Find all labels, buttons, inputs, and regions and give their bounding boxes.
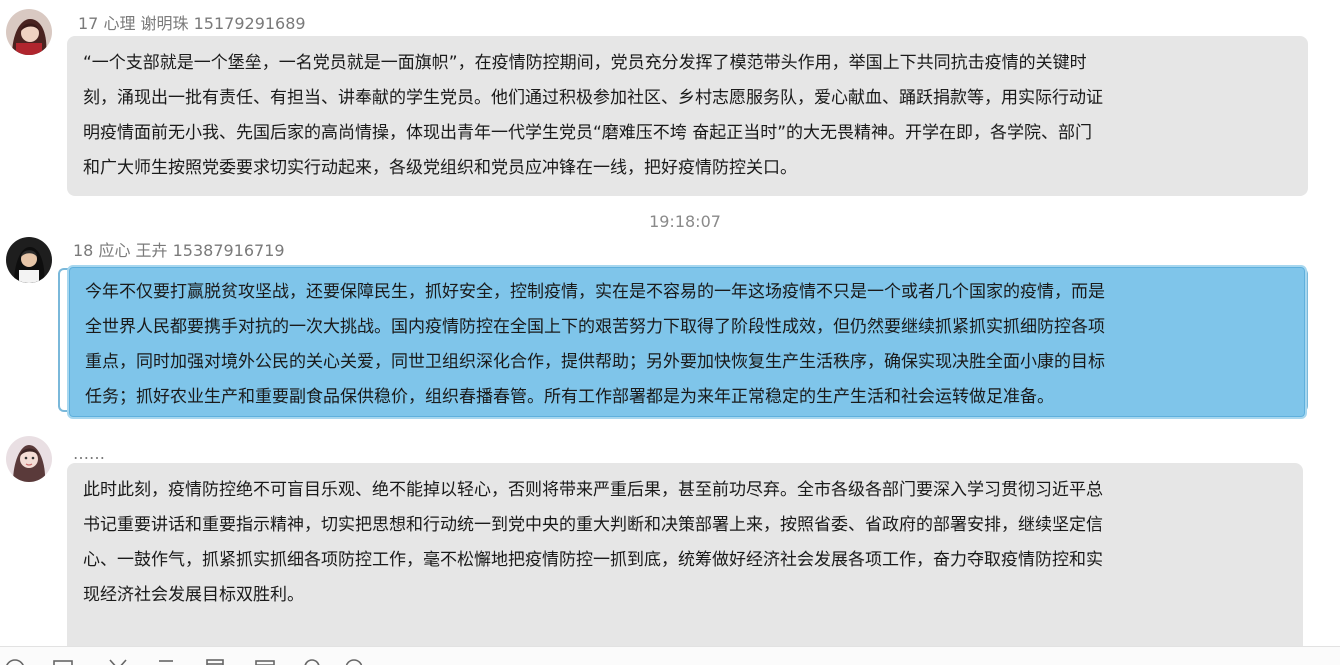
message-bubble[interactable]: “一个支部就是一个堡垒，一名党员就是一面旗帜”，在疫情防控期间，党员充分发挥了模…: [67, 36, 1308, 196]
avatar-image: [6, 436, 52, 482]
avatar-image: [6, 237, 52, 283]
message-line: 现经济社会发展目标双胜利。: [83, 585, 304, 605]
timestamp: 19:18:07: [649, 212, 721, 231]
message-line: 全世界人民都要携手对抗的一次大挑战。国内疫情防控在全国上下的艰苦努力下取得了阶段…: [85, 317, 1105, 337]
shake-icon[interactable]: [155, 657, 179, 665]
input-toolbar: [0, 646, 1340, 665]
sender-info: 18 应心 王卉 15387916719: [73, 241, 285, 260]
emoji-icon[interactable]: [3, 657, 27, 665]
message-line: 刻，涌现出一批有责任、有担当、讲奉献的学生党员。他们通过积极参加社区、乡村志愿服…: [83, 88, 1103, 108]
sender-info: 17 心理 谢明珠 15179291689: [78, 14, 306, 33]
search-icon[interactable]: [343, 657, 367, 665]
folder-icon[interactable]: [253, 657, 277, 665]
message-line: 今年不仅要打赢脱贫攻坚战，还要保障民生，抓好安全，控制疫情，实在是不容易的一年这…: [85, 282, 1105, 302]
message-line: 书记重要讲话和重要指示精神，切实把思想和行动统一到党中央的重大判断和决策部署上来…: [83, 515, 1103, 535]
document-icon[interactable]: [203, 657, 227, 665]
chat-window: 17 心理 谢明珠 15179291689 “一个支部就是一个堡垒，一名党员就是…: [0, 0, 1340, 665]
message-line: 明疫情面前无小我、先国后家的高尚情操，体现出青年一代学生党员“磨难压不垮 奋起正…: [83, 123, 1093, 143]
message-bubble[interactable]: 此时此刻，疫情防控绝不可盲目乐观、绝不能掉以轻心，否则将带来严重后果，甚至前功尽…: [67, 463, 1303, 663]
avatar[interactable]: [6, 436, 52, 482]
message-line: 任务；抓好农业生产和重要副食品保供稳价，组织春播春管。所有工作部署都是为来年正常…: [85, 387, 1054, 407]
message-line: 心、一鼓作气，抓紧抓实抓细各项防控工作，毫不松懈地把疫情防控一抓到底，统筹做好经…: [83, 550, 1103, 570]
avatar[interactable]: [6, 9, 52, 55]
message-line: 重点，同时加强对境外公民的关心关爱，同世卫组织深化合作，提供帮助；另外要加快恢复…: [85, 352, 1105, 372]
message-line: “一个支部就是一个堡垒，一名党员就是一面旗帜”，在疫情防控期间，党员充分发挥了模…: [83, 53, 1087, 73]
message-line: 和广大师生按照党委要求切实行动起来，各级党组织和党员应冲锋在一线，把好疫情防控关…: [83, 158, 797, 178]
avatar-image: [6, 9, 52, 55]
sender-info: ……: [73, 444, 105, 463]
message-bubble-selected[interactable]: 今年不仅要打赢脱贫攻坚战，还要保障民生，抓好安全，控制疫情，实在是不容易的一年这…: [67, 265, 1307, 419]
message-line: 此时此刻，疫情防控绝不可盲目乐观、绝不能掉以轻心，否则将带来严重后果，甚至前功尽…: [83, 480, 1103, 500]
avatar[interactable]: [6, 237, 52, 283]
image-icon[interactable]: [51, 657, 75, 665]
microphone-icon[interactable]: [300, 657, 324, 665]
scissors-icon[interactable]: [106, 657, 130, 665]
